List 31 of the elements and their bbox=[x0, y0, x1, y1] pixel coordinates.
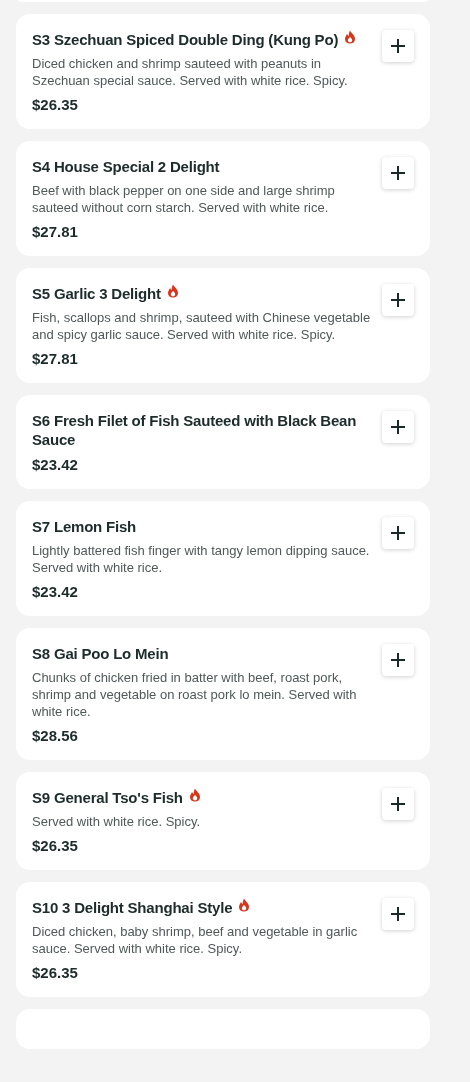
dish-name: S7 Lemon Fish bbox=[32, 517, 137, 536]
menu-item-card[interactable]: S10 3 Delight Shanghai Style Diced chicken, baby shrimp, beef and vegetable in garlic sauce. Served with white rice. Spicy. $26.35 bbox=[16, 882, 430, 997]
dish-name: S5 Garlic 3 Delight bbox=[32, 284, 161, 303]
dish-name: S8 Gai Poo Lo Mein bbox=[32, 644, 169, 663]
menu-item-card[interactable]: S7 Lemon Fish Lightly battered fish finger with tangy lemon dipping sauce. Served with white rice. $23.42 bbox=[16, 501, 430, 616]
menu-item-card[interactable]: S6 Fresh Filet of Fish Sauteed with Black Bean Sauce $23.42 bbox=[16, 395, 430, 489]
dish-price: $23.42 bbox=[32, 582, 78, 602]
dish-name: S3 Szechuan Spiced Double Ding (Kung Po) bbox=[32, 30, 339, 49]
dish-name: S9 General Tso's Fish bbox=[32, 788, 183, 807]
dish-description: Chunks of chicken fried in batter with beef, roast pork, shrimp and vegetable on roast pork lo mein. Served with white rice. bbox=[32, 669, 358, 720]
dish-price: $27.81 bbox=[32, 222, 78, 242]
dish-price: $26.35 bbox=[32, 836, 78, 856]
menu-item-card[interactable]: S8 Gai Poo Lo Mein Chunks of chicken fried in batter with beef, roast pork, shrimp and vegetable on roast pork lo mein. Served with white rice. $28.56 bbox=[16, 628, 430, 760]
dish-description: Fish, scallops and shrimp, sauteed with Chinese vegetable and spicy garlic sauce. Served with white rice. Spicy. bbox=[32, 309, 372, 343]
menu-item-card[interactable]: S5 Garlic 3 Delight Fish, scallops and shrimp, sauteed with Chinese vegetable and spicy garlic sauce. Served with white rice. Spicy. $27.81 bbox=[16, 268, 430, 383]
menu-item-card[interactable]: S9 General Tso's Fish Served with white rice. Spicy. $26.35 bbox=[16, 772, 430, 870]
dish-price: $27.81 bbox=[32, 349, 78, 369]
dish-name: S10 3 Delight Shanghai Style bbox=[32, 898, 233, 917]
dish-name: S4 House Special 2 Delight bbox=[32, 157, 220, 176]
dish-price: $23.42 bbox=[32, 455, 78, 475]
dish-description: Diced chicken, baby shrimp, beef and vegetable in garlic sauce. Served with white rice. Spicy. bbox=[32, 923, 359, 957]
dish-name: S6 Fresh Filet of Fish Sauteed with Black Bean Sauce bbox=[32, 411, 358, 449]
dish-price: $28.56 bbox=[32, 726, 78, 746]
menu-item-card[interactable]: S3 Szechuan Spiced Double Ding (Kung Po) Diced chicken and shrimp sauteed with peanuts in Szechuan special sauce. Served with white rice. Spicy. $26.35 bbox=[16, 14, 430, 129]
dish-description: Lightly battered fish finger with tangy lemon dipping sauce. Served with white rice. bbox=[32, 542, 371, 576]
dish-price: $26.35 bbox=[32, 963, 78, 983]
dish-description: Diced chicken and shrimp sauteed with peanuts in Szechuan special sauce. Served with white rice. Spicy. bbox=[32, 55, 349, 89]
dish-price: $26.35 bbox=[32, 95, 78, 115]
dish-description: Beef with black pepper on one side and large shrimp sauteed without corn starch. Served with white rice. bbox=[32, 182, 336, 216]
menu-item-card[interactable]: S4 House Special 2 Delight Beef with black pepper on one side and large shrimp sauteed without corn starch. Served with white rice. $27.81 bbox=[16, 141, 430, 256]
dish-description: Served with white rice. Spicy. bbox=[32, 813, 202, 830]
